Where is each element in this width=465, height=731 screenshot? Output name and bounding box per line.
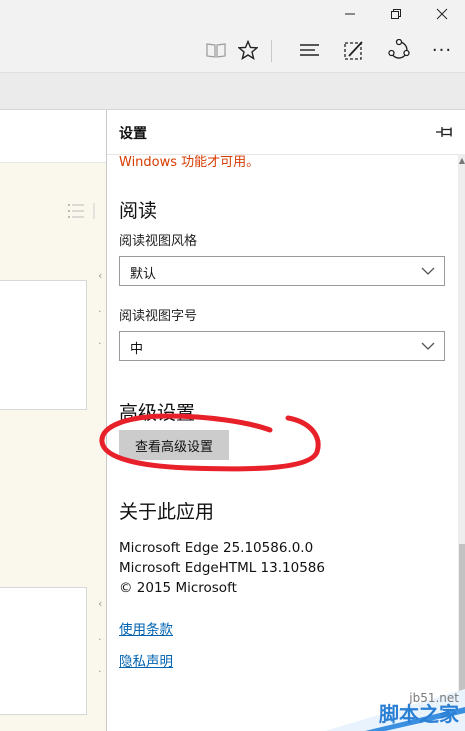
page-marker: ‹ xyxy=(98,269,103,282)
favorite-star-icon xyxy=(238,40,258,60)
chevron-down-icon xyxy=(421,342,435,350)
web-note-button[interactable] xyxy=(340,36,368,64)
pin-icon xyxy=(436,127,452,137)
page-marker: · xyxy=(98,633,102,646)
more-icon: ··· xyxy=(431,39,453,61)
close-button[interactable] xyxy=(420,0,464,28)
privacy-statement-link[interactable]: 隐私声明 xyxy=(119,650,173,670)
settings-title: 设置 xyxy=(119,126,147,142)
page-marker: · xyxy=(98,665,102,678)
hub-button[interactable] xyxy=(296,36,324,64)
hub-icon xyxy=(300,44,319,56)
reading-heading: 阅读 xyxy=(119,200,158,222)
reading-style-value: 默认 xyxy=(130,267,157,282)
settings-panel: 设置 Windows 功能才可用。 阅读 阅读视图风格 默认 阅读视图字号 中 … xyxy=(106,110,465,731)
about-heading: 关于此应用 xyxy=(119,501,215,523)
settings-header: 设置 xyxy=(107,110,465,155)
scrollbar-thumb[interactable] xyxy=(459,544,465,704)
toolbar-divider xyxy=(271,40,272,62)
share-button[interactable] xyxy=(385,36,413,64)
reading-view-button[interactable] xyxy=(202,36,230,64)
edge-version: Microsoft Edge 25.10586.0.0 xyxy=(119,540,314,556)
web-page-background: ‹ · · ‹ · · xyxy=(0,110,106,731)
restore-button[interactable] xyxy=(374,0,418,28)
copyright: © 2015 Microsoft xyxy=(119,580,237,596)
web-note-icon xyxy=(344,41,363,60)
settings-scrollbar[interactable] xyxy=(458,154,465,731)
terms-of-use-link[interactable]: 使用条款 xyxy=(119,618,173,638)
advanced-heading: 高级设置 xyxy=(119,402,196,424)
scroll-up-arrow-icon[interactable]: ▲ xyxy=(459,156,465,165)
reading-style-select[interactable]: 默认 xyxy=(119,256,445,286)
pin-button[interactable] xyxy=(434,122,454,142)
browser-toolbar: ··· xyxy=(0,28,465,73)
page-header-strip xyxy=(0,110,106,163)
close-icon xyxy=(436,8,448,20)
page-tab-area xyxy=(0,73,465,110)
page-marker: · xyxy=(98,305,102,318)
page-content: ‹ · · ‹ · · xyxy=(0,163,106,731)
reading-font-size-value: 中 xyxy=(130,342,144,357)
more-button[interactable]: ··· xyxy=(428,36,456,64)
page-card xyxy=(0,587,87,715)
reading-style-label: 阅读视图风格 xyxy=(119,234,198,249)
page-marker: · xyxy=(98,337,102,350)
minimize-button[interactable] xyxy=(328,0,372,28)
share-icon xyxy=(388,39,410,59)
edgehtml-version: Microsoft EdgeHTML 13.10586 xyxy=(119,560,325,576)
restore-icon xyxy=(391,9,401,19)
reading-font-size-select[interactable]: 中 xyxy=(119,331,445,361)
reading-font-size-label: 阅读视图字号 xyxy=(119,309,198,324)
title-bar xyxy=(0,0,465,28)
view-advanced-settings-button[interactable]: 查看高级设置 xyxy=(119,430,229,460)
windows-feature-note: Windows 功能才可用。 xyxy=(119,155,260,170)
page-card xyxy=(0,280,87,410)
chevron-down-icon xyxy=(421,267,435,275)
minimize-icon xyxy=(345,13,355,15)
list-icon xyxy=(68,203,95,219)
page-marker: ‹ xyxy=(98,597,103,610)
favorite-button[interactable] xyxy=(234,36,262,64)
reading-view-icon xyxy=(206,43,226,58)
